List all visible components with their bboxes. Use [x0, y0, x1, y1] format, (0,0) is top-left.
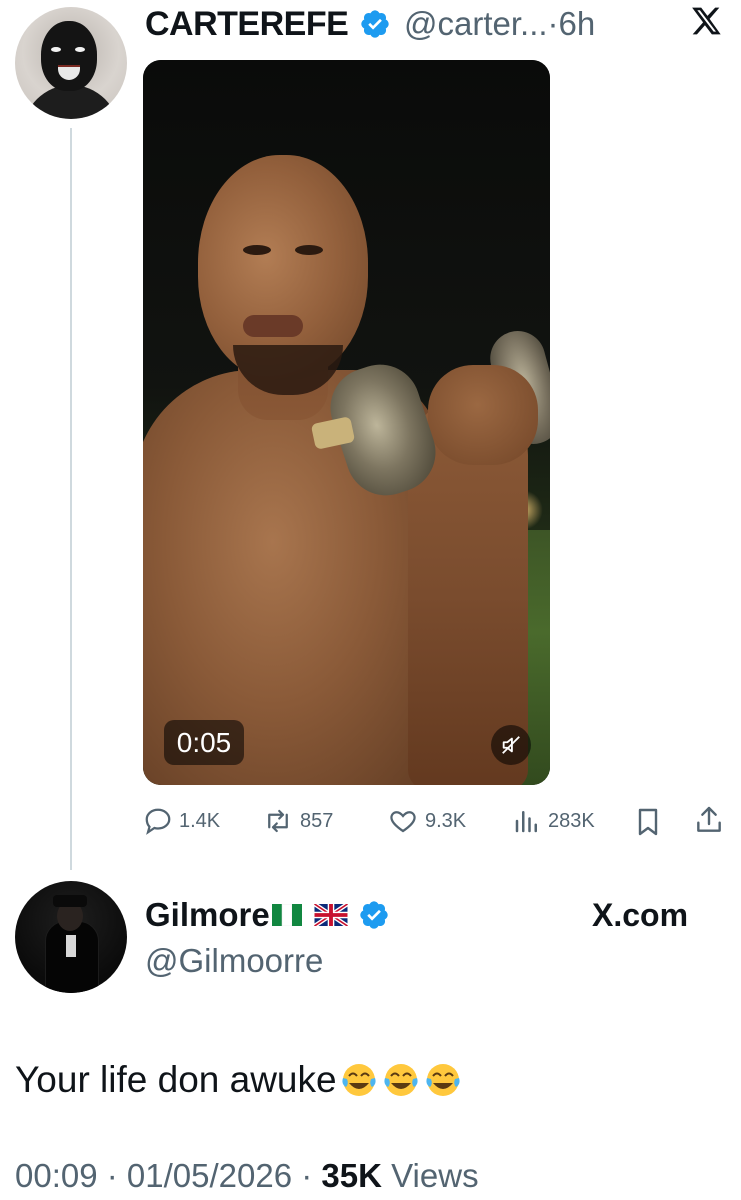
video-lips: [243, 315, 303, 337]
video-eye: [243, 245, 271, 255]
nigeria-flag-icon: [271, 904, 302, 926]
avatar-eye: [51, 47, 61, 52]
like-count: 9.3K: [425, 809, 467, 832]
avatar-face: [41, 21, 97, 91]
reply-author-name[interactable]: Gilmore: [145, 895, 270, 935]
reply-author-handle[interactable]: @Gilmoorre: [145, 940, 323, 982]
reply-count: 1.4K: [179, 809, 221, 832]
views-button[interactable]: 283K: [512, 806, 595, 836]
x-logo-icon[interactable]: [690, 5, 722, 37]
repost-button[interactable]: 857: [262, 806, 333, 836]
face-with-tears-of-joy-icon: [384, 1064, 418, 1096]
reply-bubble-icon: [145, 808, 171, 835]
reply-views-count: 35K: [321, 1157, 382, 1194]
mute-button[interactable]: [491, 725, 531, 765]
face-with-tears-of-joy-icon: [342, 1064, 376, 1096]
like-button[interactable]: 9.3K: [387, 806, 466, 836]
avatar-carterefe[interactable]: [15, 7, 127, 119]
video-eye: [295, 245, 323, 255]
meta-separator: ·: [97, 1157, 127, 1194]
repost-count: 857: [300, 809, 334, 832]
verified-badge-icon: [360, 901, 388, 929]
tweet-video[interactable]: [143, 60, 550, 785]
time-separator: ·: [547, 5, 559, 42]
heart-icon: [390, 811, 416, 833]
avatar-hat: [53, 895, 87, 907]
meta-separator: ·: [292, 1157, 322, 1194]
video-duration-badge: 0:05: [164, 720, 244, 765]
avatar-gilmore[interactable]: [15, 881, 127, 993]
speaker-muted-icon: [502, 736, 520, 754]
reply-metadata: 00:09 · 01/05/2026 · 35K Views: [15, 1155, 479, 1197]
reply-date[interactable]: 01/05/2026: [127, 1157, 292, 1194]
thread-connector-line: [70, 128, 72, 870]
bookmark-icon[interactable]: [632, 806, 664, 838]
reply-time[interactable]: 00:09: [15, 1157, 98, 1194]
x-com-source-link[interactable]: X.com: [592, 895, 688, 935]
reply-text-row: Your life don awuke: [15, 1057, 463, 1103]
reply-author-name-row[interactable]: Gilmore: [145, 895, 390, 935]
analytics-bars-icon: [515, 811, 537, 833]
share-icon[interactable]: [693, 804, 725, 836]
uk-flag-icon: [313, 904, 348, 926]
view-count: 283K: [548, 809, 595, 832]
reply-views-label: Views: [391, 1157, 479, 1194]
avatar-suit: [45, 921, 99, 993]
time-ago[interactable]: 6h: [559, 5, 596, 42]
verified-badge-icon: [361, 10, 389, 38]
x-com-label[interactable]: X.com: [592, 895, 688, 935]
repost-icon: [268, 809, 288, 833]
author-name[interactable]: CARTEREFE: [145, 5, 349, 43]
author-handle-row[interactable]: @carter...·6h: [404, 4, 595, 44]
reply-text: Your life don awuke: [15, 1059, 337, 1100]
author-handle[interactable]: @carter...: [404, 5, 548, 42]
video-fist: [428, 365, 538, 465]
reply-button[interactable]: 1.4K: [143, 806, 220, 836]
author-name-row[interactable]: CARTEREFE: [145, 4, 391, 44]
avatar-eye: [75, 47, 85, 52]
face-with-tears-of-joy-icon: [426, 1064, 460, 1096]
avatar-shirt: [66, 935, 76, 957]
